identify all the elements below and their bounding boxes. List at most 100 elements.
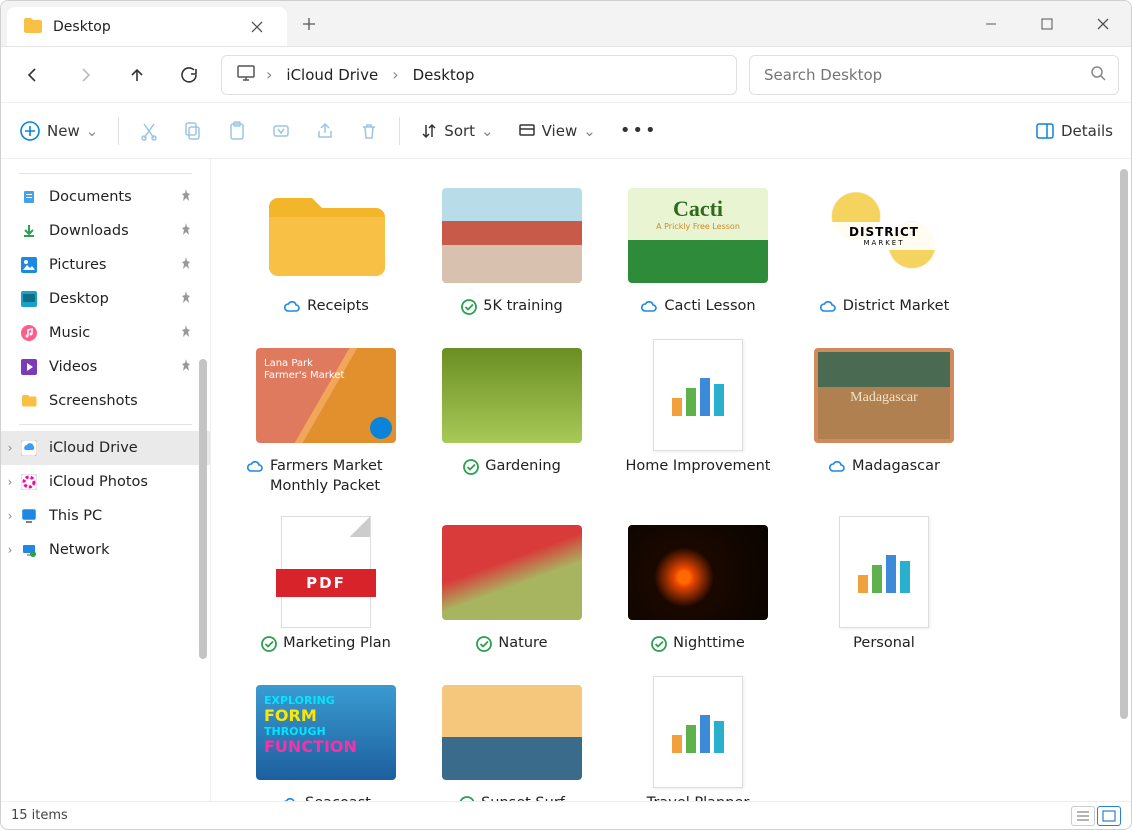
details-view-toggle[interactable]: [1071, 806, 1095, 826]
view-label: View: [542, 122, 578, 140]
file-item[interactable]: Gardening: [427, 339, 597, 496]
back-button[interactable]: [13, 55, 53, 95]
synced-status-icon: [651, 636, 667, 656]
refresh-button[interactable]: [169, 55, 209, 95]
file-item[interactable]: Nature: [427, 516, 597, 656]
search-box[interactable]: [749, 55, 1119, 95]
breadcrumb[interactable]: › iCloud Drive › Desktop: [221, 55, 737, 95]
sidebar-item-label: Music: [49, 325, 90, 341]
sidebar-item-videos[interactable]: Videos: [1, 350, 210, 384]
sidebar-item-icloud-photos[interactable]: ›iCloud Photos: [1, 465, 210, 499]
new-button[interactable]: New ⌄: [9, 111, 108, 151]
maximize-button[interactable]: [1019, 1, 1075, 46]
share-button[interactable]: [305, 111, 345, 151]
image-thumbnail: Madagascar: [814, 348, 954, 443]
document-thumbnail: [653, 339, 743, 451]
sidebar-item-icloud-drive[interactable]: ›iCloud Drive: [1, 431, 210, 465]
synced-status-icon: [463, 459, 479, 479]
forward-button[interactable]: [65, 55, 105, 95]
sidebar-item-documents[interactable]: Documents: [1, 180, 210, 214]
chevron-right-icon[interactable]: ›: [3, 441, 17, 455]
delete-button[interactable]: [349, 111, 389, 151]
file-item[interactable]: EXPLORINGFORMTHROUGHFUNCTION Seacoast: [241, 676, 411, 801]
view-button[interactable]: View ⌄: [508, 111, 606, 151]
up-button[interactable]: [117, 55, 157, 95]
sidebar-scrollbar[interactable]: [196, 159, 210, 801]
cloud-status-icon: [828, 459, 846, 478]
file-name: Travel Planner: [647, 794, 750, 801]
window-controls: [963, 1, 1131, 46]
videos-icon: [19, 357, 39, 377]
file-item[interactable]: Sunset Surf: [427, 676, 597, 801]
details-button[interactable]: Details: [1025, 111, 1123, 151]
chevron-down-icon: ⌄: [583, 122, 596, 140]
copy-button[interactable]: [173, 111, 213, 151]
more-button[interactable]: •••: [610, 111, 668, 151]
sidebar-item-downloads[interactable]: Downloads: [1, 214, 210, 248]
image-thumbnail: [442, 685, 582, 780]
chevron-right-icon[interactable]: ›: [3, 475, 17, 489]
sidebar-item-screenshots[interactable]: Screenshots: [1, 384, 210, 418]
document-thumbnail: [653, 676, 743, 788]
documents-icon: [19, 187, 39, 207]
image-thumbnail: [442, 525, 582, 620]
close-button[interactable]: [1075, 1, 1131, 46]
file-name: Farmers Market Monthly Packet: [270, 457, 406, 496]
sort-button[interactable]: Sort ⌄: [410, 111, 503, 151]
content-area[interactable]: Receipts 5K trainingCactiA Prickly Free …: [211, 159, 1131, 801]
separator: [399, 117, 400, 145]
icloud-photos-icon: [19, 472, 39, 492]
sidebar-item-network[interactable]: ›Network: [1, 533, 210, 567]
breadcrumb-segment[interactable]: iCloud Drive: [276, 62, 388, 88]
file-item[interactable]: DISTRICTMARKET District Market: [799, 179, 969, 319]
status-text: 15 items: [11, 808, 68, 823]
file-item[interactable]: Lana ParkFarmer's Market Farmers Market …: [241, 339, 411, 496]
chevron-right-icon[interactable]: ›: [3, 509, 17, 523]
file-item[interactable]: Receipts: [241, 179, 411, 319]
file-item[interactable]: Home Improvement: [613, 339, 783, 496]
pin-icon: [180, 325, 192, 341]
chevron-right-icon[interactable]: ›: [266, 65, 272, 84]
search-input[interactable]: [762, 65, 1090, 85]
minimize-button[interactable]: [963, 1, 1019, 46]
cloud-status-icon: [246, 459, 264, 478]
rename-button[interactable]: [261, 111, 301, 151]
file-name: Sunset Surf: [481, 794, 565, 801]
network-icon: [19, 540, 39, 560]
pin-icon: [180, 257, 192, 273]
paste-button[interactable]: [217, 111, 257, 151]
icons-view-toggle[interactable]: [1097, 806, 1121, 826]
tab-close-icon[interactable]: [243, 21, 271, 33]
this-pc-icon: [19, 506, 39, 526]
sidebar-item-music[interactable]: Music: [1, 316, 210, 350]
new-tab-button[interactable]: [295, 17, 323, 31]
folder-icon: [19, 391, 39, 411]
file-item[interactable]: Personal: [799, 516, 969, 656]
pdf-label: PDF: [276, 569, 376, 597]
toolbar: New ⌄ Sort ⌄ View ⌄ ••• Details: [1, 103, 1131, 159]
sidebar-item-desktop[interactable]: Desktop: [1, 282, 210, 316]
image-thumbnail: [442, 348, 582, 443]
cloud-status-icon: [281, 796, 299, 801]
file-item[interactable]: Travel Planner: [613, 676, 783, 801]
chevron-right-icon[interactable]: ›: [392, 65, 398, 84]
image-thumbnail: EXPLORINGFORMTHROUGHFUNCTION: [256, 685, 396, 780]
file-item[interactable]: Madagascar Madagascar: [799, 339, 969, 496]
content-scrollbar[interactable]: [1120, 169, 1128, 719]
sidebar-item-pictures[interactable]: Pictures: [1, 248, 210, 282]
tab-desktop[interactable]: Desktop: [7, 7, 287, 46]
image-thumbnail: CactiA Prickly Free Lesson: [628, 188, 768, 283]
image-thumbnail: [442, 188, 582, 283]
synced-status-icon: [476, 636, 492, 656]
file-item[interactable]: Nighttime: [613, 516, 783, 656]
file-item[interactable]: PDF Marketing Plan: [241, 516, 411, 656]
breadcrumb-segment[interactable]: Desktop: [403, 62, 485, 88]
file-item[interactable]: CactiA Prickly Free Lesson Cacti Lesson: [613, 179, 783, 319]
chevron-right-icon[interactable]: ›: [3, 543, 17, 557]
tab-title: Desktop: [53, 19, 233, 35]
sidebar-item-this-pc[interactable]: ›This PC: [1, 499, 210, 533]
cut-button[interactable]: [129, 111, 169, 151]
image-thumbnail: [628, 525, 768, 620]
folder-icon: [23, 16, 43, 38]
file-item[interactable]: 5K training: [427, 179, 597, 319]
